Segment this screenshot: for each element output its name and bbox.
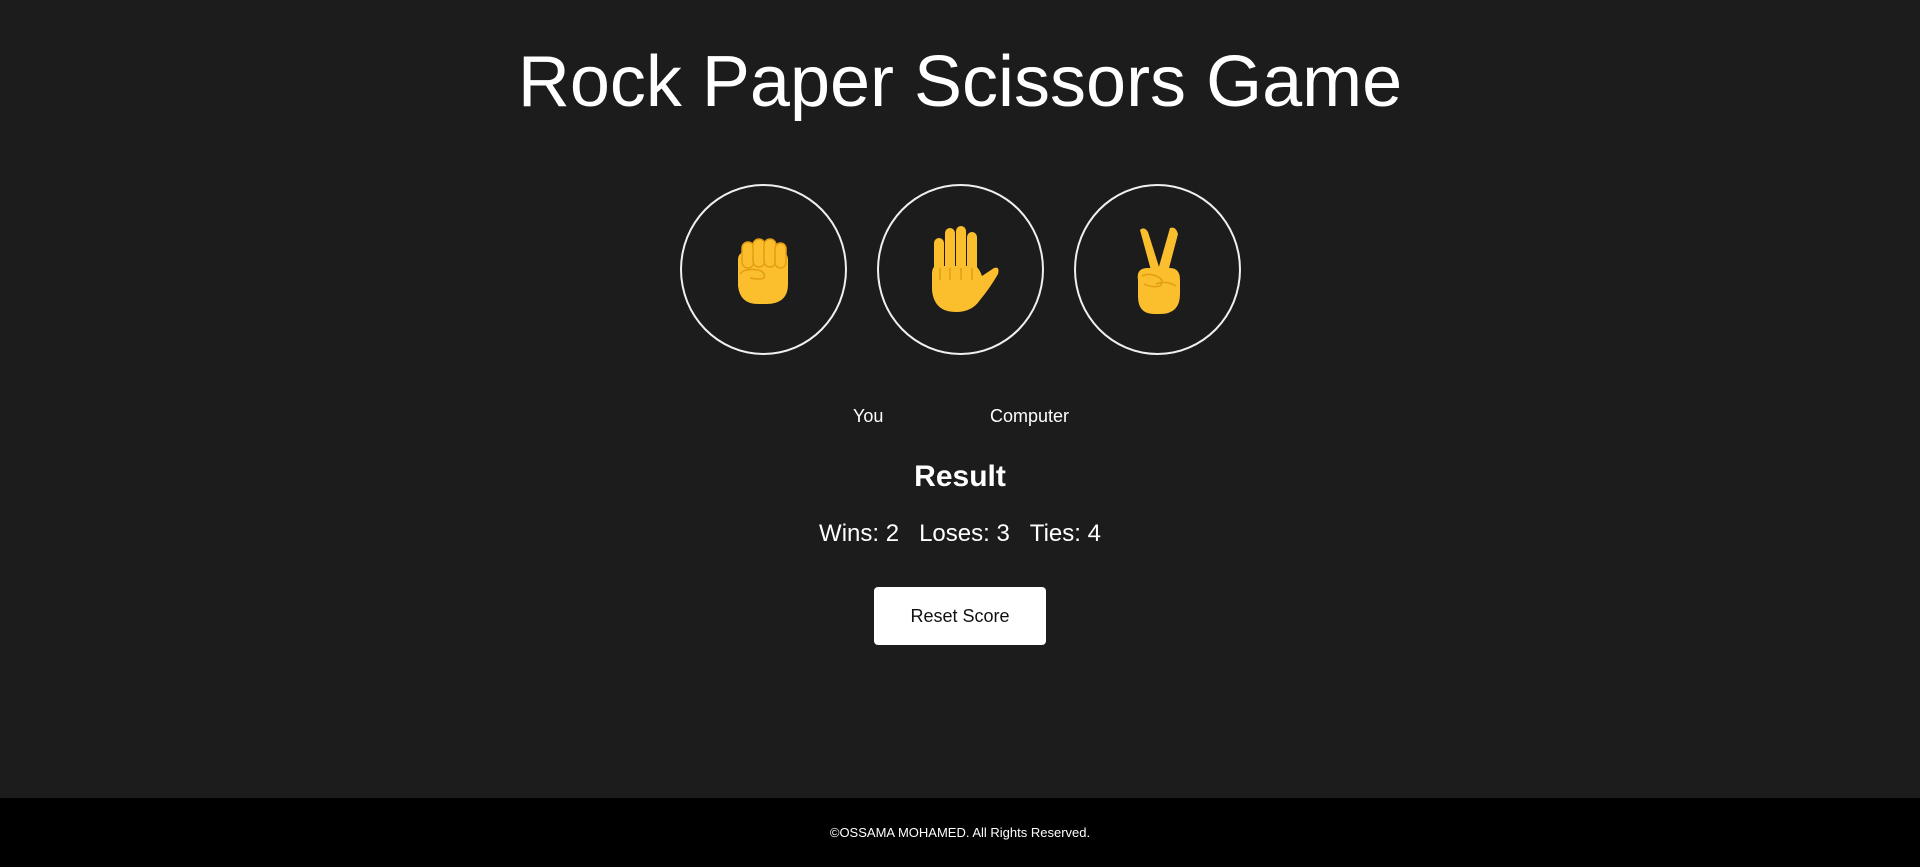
raised-hand-icon (920, 224, 1000, 316)
choice-buttons (0, 184, 1920, 355)
page: Rock Paper Scissors Game You Computer Re… (0, 0, 1920, 867)
score-row: Wins: 2 Loses: 3 Ties: 4 (0, 520, 1920, 548)
computer-label: Computer (990, 406, 1070, 426)
main-area: Rock Paper Scissors Game You Computer Re… (0, 0, 1920, 798)
wins-count: Wins: 2 (819, 520, 900, 547)
rock-button[interactable] (679, 184, 847, 355)
ties-count: Ties: 4 (1029, 520, 1101, 547)
raised-fist-icon (730, 234, 796, 306)
footer: ©OSSAMA MOHAMED. All Rights Reserved. (0, 798, 1920, 867)
page-title: Rock Paper Scissors Game (517, 42, 1403, 122)
players-row: You Computer (0, 406, 1920, 428)
paper-button[interactable] (876, 184, 1044, 355)
result-heading: Result (914, 460, 1006, 493)
loses-count: Loses: 3 (919, 520, 1010, 547)
victory-hand-icon (1126, 224, 1188, 316)
reset-score-button[interactable]: Reset Score (874, 587, 1046, 645)
copyright-text: ©OSSAMA MOHAMED. All Rights Reserved. (829, 825, 1091, 840)
scissors-button[interactable] (1073, 184, 1241, 355)
you-label: You (853, 406, 884, 426)
